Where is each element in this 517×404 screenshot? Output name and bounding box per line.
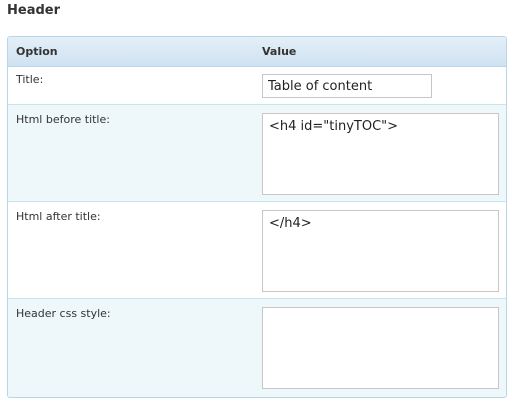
table-row-html-before-title: Html before title: <h4 id="tinyTOC"> bbox=[8, 105, 506, 202]
section-title: Header bbox=[7, 3, 61, 18]
title-input[interactable] bbox=[262, 74, 432, 98]
header-css-style-textarea[interactable] bbox=[262, 307, 499, 389]
table-header: Option Value bbox=[8, 37, 506, 67]
column-header-option: Option bbox=[16, 45, 58, 58]
html-before-title-textarea[interactable]: <h4 id="tinyTOC"> bbox=[262, 113, 499, 195]
table-row-title: Title: bbox=[8, 67, 506, 105]
table-row-html-after-title: Html after title: </h4> bbox=[8, 202, 506, 299]
html-after-title-label: Html after title: bbox=[16, 210, 101, 223]
header-css-style-label: Header css style: bbox=[16, 307, 111, 320]
column-header-value: Value bbox=[262, 45, 297, 58]
title-label: Title: bbox=[16, 73, 44, 86]
options-table: Option Value Title: Html before title: <… bbox=[7, 36, 507, 398]
html-before-title-label: Html before title: bbox=[16, 113, 110, 126]
table-row-header-css-style: Header css style: bbox=[8, 299, 506, 396]
html-after-title-textarea[interactable]: </h4> bbox=[262, 210, 499, 292]
